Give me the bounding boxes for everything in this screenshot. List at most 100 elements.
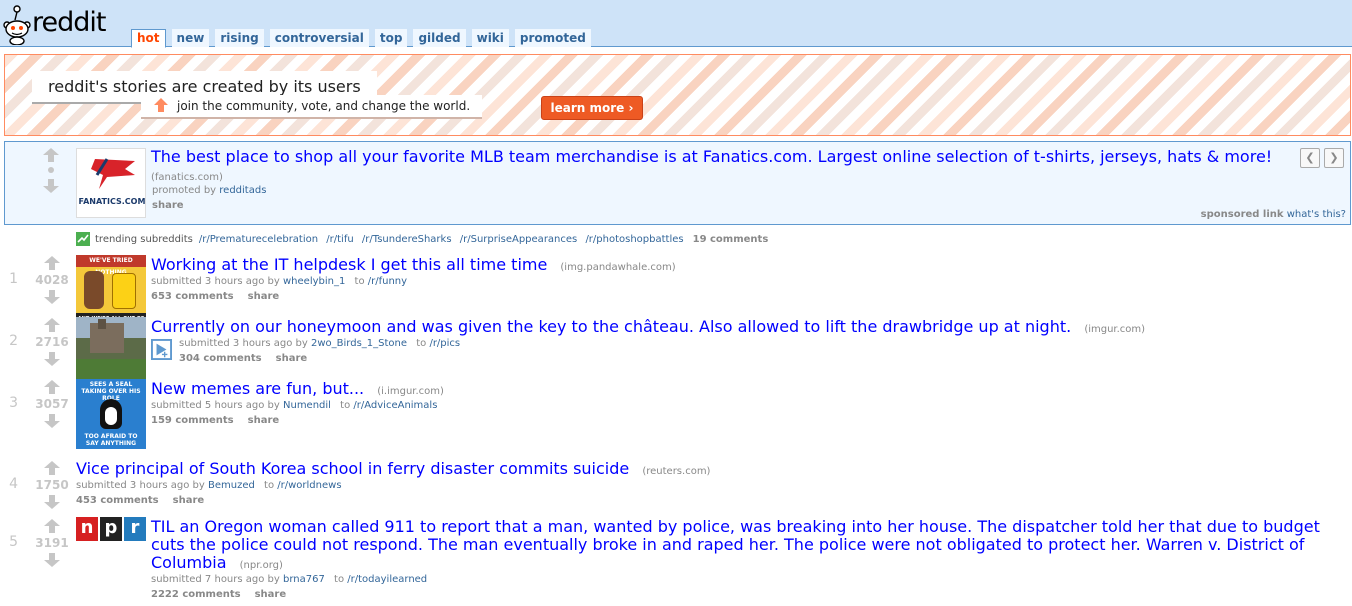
share-button[interactable]: share bbox=[248, 291, 280, 302]
prev-ad-button[interactable]: ❮ bbox=[1300, 148, 1320, 168]
sponsored-title-link[interactable]: The best place to shop all your favorite… bbox=[151, 147, 1272, 166]
trending-subreddit-link[interactable]: /r/SurpriseAppearances bbox=[460, 234, 578, 245]
upvote-icon[interactable] bbox=[44, 461, 60, 475]
upvote-icon[interactable] bbox=[44, 380, 60, 394]
downvote-icon[interactable] bbox=[44, 352, 60, 366]
thumb-penguin-belly bbox=[105, 407, 117, 425]
thumb-caption-bottom: TOO AFRAID TO SAY ANYTHING bbox=[84, 433, 138, 447]
post-subreddit-link[interactable]: /r/worldnews bbox=[277, 480, 341, 491]
thumb-figure bbox=[84, 271, 104, 309]
trending-comments-link[interactable]: 19 comments bbox=[693, 234, 769, 245]
post-title-link[interactable]: Working at the IT helpdesk I get this al… bbox=[151, 255, 547, 274]
post-author-link[interactable]: 2wo_Birds_1_Stone bbox=[311, 338, 407, 349]
upvote-icon[interactable] bbox=[44, 519, 60, 533]
submitted-text: submitted 3 hours ago by bbox=[76, 480, 205, 491]
post-thumbnail[interactable] bbox=[76, 317, 146, 387]
tab-top[interactable]: top bbox=[374, 29, 408, 47]
share-button[interactable]: share bbox=[152, 200, 184, 211]
thumb-caption: FANATICS.COM bbox=[78, 197, 146, 206]
share-button[interactable]: share bbox=[276, 353, 308, 364]
tab-promoted[interactable]: promoted bbox=[514, 29, 591, 47]
post-score: 4028 bbox=[35, 273, 69, 287]
tab-new[interactable]: new bbox=[171, 29, 210, 47]
reddit-logo[interactable]: reddit bbox=[2, 3, 117, 45]
post-tagline: submitted 7 hours ago by brna767 to /r/t… bbox=[151, 574, 427, 585]
tab-controversial[interactable]: controversial bbox=[269, 29, 369, 47]
trending-subreddit-link[interactable]: /r/photoshopbattles bbox=[585, 234, 683, 245]
sponsored-tagline: promoted by redditads bbox=[152, 185, 266, 196]
to-text: to bbox=[334, 574, 345, 585]
post-subreddit-link[interactable]: /r/todayilearned bbox=[347, 574, 427, 585]
comments-button[interactable]: 159 comments bbox=[151, 415, 234, 426]
tab-wiki[interactable]: wiki bbox=[471, 29, 509, 47]
share-button[interactable]: share bbox=[255, 589, 287, 600]
post-domain[interactable]: (reuters.com) bbox=[642, 466, 710, 477]
post-subreddit-link[interactable]: /r/funny bbox=[368, 276, 407, 287]
banner-subtitle: join the community, vote, and change the… bbox=[177, 99, 471, 113]
post-title-link[interactable]: Currently on our honeymoon and was given… bbox=[151, 317, 1071, 336]
post-domain[interactable]: (imgur.com) bbox=[1084, 324, 1145, 335]
downvote-icon[interactable] bbox=[43, 179, 59, 193]
downvote-icon[interactable] bbox=[44, 553, 60, 567]
npr-thumbnail[interactable]: n p r bbox=[76, 517, 146, 541]
downvote-icon[interactable] bbox=[44, 290, 60, 304]
post-domain[interactable]: (i.imgur.com) bbox=[377, 386, 444, 397]
post-title-link[interactable]: New memes are fun, but... bbox=[151, 379, 364, 398]
post-author-link[interactable]: Numendil bbox=[283, 400, 331, 411]
post-thumbnail[interactable]: WE'VE TRIED NOTHING AND WE'RE ALL OUT OF… bbox=[76, 255, 146, 325]
comments-button[interactable]: 304 comments bbox=[179, 353, 262, 364]
whats-this-link[interactable]: what's this? bbox=[1287, 209, 1346, 220]
post-author-link[interactable]: Bemuzed bbox=[208, 480, 255, 491]
trending-subreddit-link[interactable]: /r/TsundereSharks bbox=[362, 234, 452, 245]
banner-subtitle-box: join the community, vote, and change the… bbox=[141, 95, 483, 119]
post-thumbnail[interactable]: SEES A SEAL TAKING OVER HIS ROLE TOO AFR… bbox=[76, 379, 146, 449]
post-domain[interactable]: (npr.org) bbox=[240, 560, 283, 571]
tab-hot[interactable]: hot bbox=[131, 29, 166, 48]
share-button[interactable]: share bbox=[248, 415, 280, 426]
post-subreddit-link[interactable]: /r/AdviceAnimals bbox=[353, 400, 437, 411]
downvote-icon[interactable] bbox=[44, 495, 60, 509]
post-score: 3057 bbox=[35, 397, 69, 411]
post-tagline: submitted 3 hours ago by wheelybin_1 to … bbox=[151, 276, 407, 287]
fanatics-thumbnail[interactable]: FANATICS.COM bbox=[76, 148, 146, 218]
tab-menu: hot new rising controversial top gilded … bbox=[131, 29, 591, 48]
downvote-icon[interactable] bbox=[44, 414, 60, 428]
sponsored-label: sponsored link what's this? bbox=[1201, 209, 1346, 220]
post-domain[interactable]: (img.pandawhale.com) bbox=[560, 262, 675, 273]
promoted-by-label: promoted by bbox=[152, 185, 217, 196]
trending-list: /r/Prematurecelebration /r/tifu /r/Tsund… bbox=[199, 234, 689, 245]
tab-rising[interactable]: rising bbox=[215, 29, 264, 47]
header: reddit hot new rising controversial top … bbox=[0, 0, 1352, 48]
comments-button[interactable]: 2222 comments bbox=[151, 589, 241, 600]
post-author-link[interactable]: wheelybin_1 bbox=[283, 276, 345, 287]
submitted-text: submitted 3 hours ago by bbox=[151, 276, 280, 287]
upvote-icon[interactable] bbox=[44, 318, 60, 332]
comments-button[interactable]: 453 comments bbox=[76, 495, 159, 506]
post-rank: 3 bbox=[9, 395, 18, 411]
expand-media-icon[interactable] bbox=[151, 339, 172, 360]
post-title-link[interactable]: TIL an Oregon woman called 911 to report… bbox=[151, 517, 1320, 572]
thumb-figure bbox=[112, 273, 136, 309]
learn-more-button[interactable]: learn more › bbox=[541, 96, 643, 120]
comments-button[interactable]: 653 comments bbox=[151, 291, 234, 302]
promoted-by-user[interactable]: redditads bbox=[219, 185, 266, 196]
post-buttons: 453 comments share bbox=[76, 495, 218, 506]
trending-label: trending subreddits bbox=[95, 233, 193, 245]
tab-gilded[interactable]: gilded bbox=[413, 29, 466, 47]
snoo-icon bbox=[3, 5, 31, 45]
trending-subreddit-link[interactable]: /r/Prematurecelebration bbox=[199, 234, 318, 245]
post-author-link[interactable]: brna767 bbox=[283, 574, 325, 585]
trending-subreddit-link[interactable]: /r/tifu bbox=[326, 234, 353, 245]
upvote-icon[interactable] bbox=[43, 148, 59, 162]
post-title-link[interactable]: Vice principal of South Korea school in … bbox=[76, 459, 629, 478]
sponsored-domain[interactable]: (fanatics.com) bbox=[151, 172, 223, 183]
post-subreddit-link[interactable]: /r/pics bbox=[429, 338, 460, 349]
sponsored-title: The best place to shop all your favorite… bbox=[151, 148, 1281, 187]
share-button[interactable]: share bbox=[173, 495, 205, 506]
post-buttons: 2222 comments share bbox=[151, 589, 300, 600]
upvote-icon[interactable] bbox=[44, 256, 60, 270]
next-ad-button[interactable]: ❯ bbox=[1324, 148, 1344, 168]
score-dot bbox=[48, 167, 54, 173]
to-text: to bbox=[354, 276, 365, 287]
trending-subreddits: trending subreddits /r/Prematurecelebrat… bbox=[76, 232, 768, 246]
